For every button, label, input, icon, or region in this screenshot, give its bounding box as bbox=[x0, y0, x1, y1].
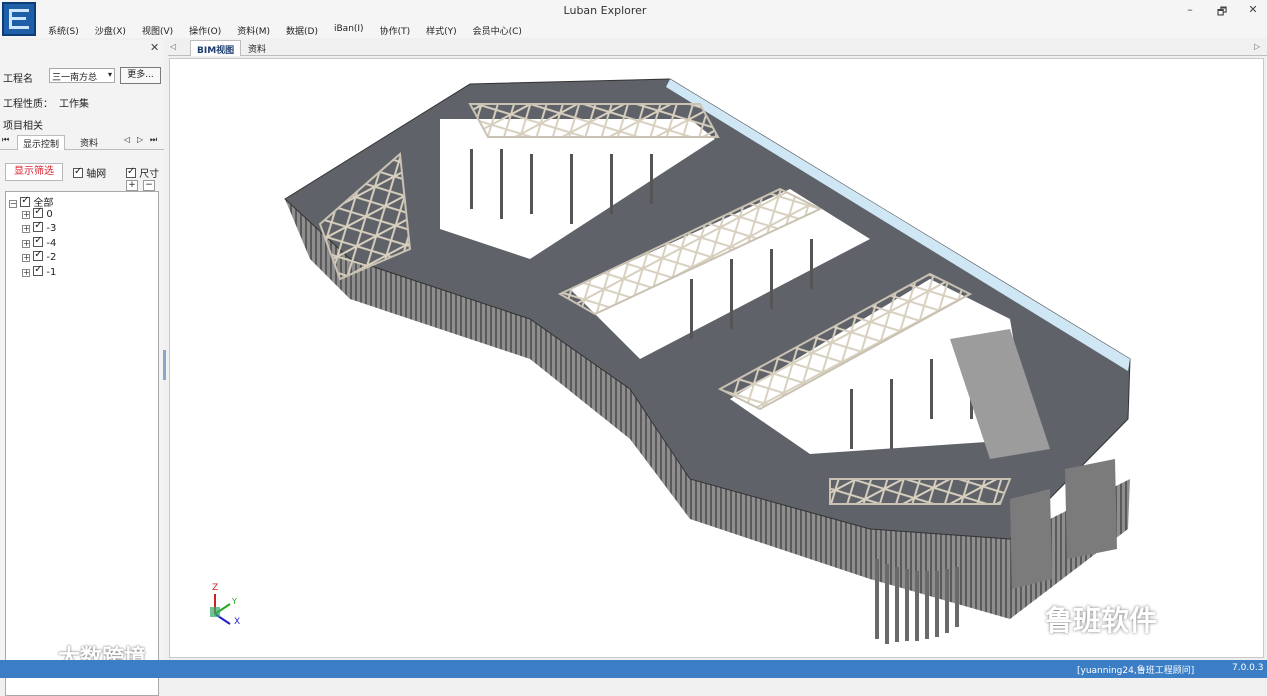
status-version: 7.0.0.3 bbox=[1232, 663, 1264, 673]
checkbox-icon[interactable] bbox=[33, 220, 44, 232]
bim-3d-viewport[interactable]: Z Y X 鲁班软件 bbox=[169, 58, 1264, 658]
menu-style[interactable]: 样式(Y) bbox=[418, 22, 465, 38]
tree-node-label: 0 bbox=[46, 209, 53, 220]
menu-iban[interactable]: iBan(I) bbox=[326, 22, 372, 38]
more-button[interactable]: 更多... bbox=[120, 67, 161, 84]
menu-system[interactable]: 系统(S) bbox=[40, 22, 87, 38]
prev-icon[interactable]: ◁ bbox=[124, 135, 130, 144]
menu-operation[interactable]: 操作(O) bbox=[181, 22, 229, 38]
menu-material[interactable]: 资料(M) bbox=[229, 22, 278, 38]
tower-1 bbox=[1010, 489, 1052, 589]
scroll-right-icon[interactable]: ▷ bbox=[1254, 42, 1260, 51]
status-bar: [yuanning24,鲁班工程顾问] 7.0.0.3 bbox=[0, 660, 1267, 678]
title-bar: Luban Explorer – 🗗 ✕ 系统(S) 沙盘(X) 视图(V) 操… bbox=[0, 0, 1267, 38]
checkbox-icon[interactable] bbox=[33, 264, 44, 276]
collapse-icon[interactable]: − bbox=[9, 200, 17, 208]
tree-node-label: -3 bbox=[46, 223, 57, 234]
tree-node-floor[interactable]: + 0 bbox=[22, 206, 53, 220]
tower-2 bbox=[1065, 459, 1117, 559]
menu-data[interactable]: 数据(D) bbox=[278, 22, 326, 38]
status-user: [yuanning24,鲁班工程顾问] bbox=[1077, 666, 1195, 676]
checkbox-icon[interactable] bbox=[33, 249, 44, 261]
axis-checkbox-label: 轴网 bbox=[86, 169, 107, 180]
tab-bim-view[interactable]: BIM视图 bbox=[190, 40, 242, 56]
menu-member-center[interactable]: 会员中心(C) bbox=[465, 22, 530, 38]
last-page-icon[interactable]: ⏭ bbox=[150, 135, 157, 145]
first-page-icon[interactable]: ⏮ bbox=[2, 135, 9, 145]
close-button[interactable]: ✕ bbox=[1243, 3, 1263, 19]
brand-watermark: 鲁班软件 bbox=[1045, 604, 1158, 637]
project-select[interactable]: 三一南方总 ▾ bbox=[49, 68, 115, 83]
menu-view[interactable]: 视图(V) bbox=[134, 22, 181, 38]
tree-node-label: -4 bbox=[46, 238, 57, 249]
tab-material-doc[interactable]: 资料 bbox=[242, 40, 272, 56]
panel-subtabs: ⏮ 显示控制 资料 ◁ ▷ ⏭ bbox=[0, 134, 164, 150]
chevron-down-icon: ▾ bbox=[107, 70, 112, 79]
truss-bottom bbox=[829, 478, 1012, 505]
checkbox-icon[interactable] bbox=[33, 206, 44, 218]
checkbox-icon[interactable] bbox=[33, 235, 44, 247]
expand-icon[interactable]: + bbox=[22, 211, 30, 219]
menu-collaborate[interactable]: 协作(T) bbox=[372, 22, 419, 38]
project-select-value: 三一南方总 bbox=[52, 73, 98, 83]
restore-button[interactable]: 🗗 bbox=[1212, 3, 1232, 19]
minimize-button[interactable]: – bbox=[1180, 3, 1200, 19]
axis-indicator bbox=[210, 594, 231, 625]
tab-material[interactable]: 资料 bbox=[75, 135, 103, 150]
next-icon[interactable]: ▷ bbox=[137, 135, 143, 144]
expand-icon[interactable]: + bbox=[22, 225, 30, 233]
checkbox-icon bbox=[126, 166, 136, 178]
panel-splitter[interactable] bbox=[163, 350, 166, 380]
tree-node-floor[interactable]: + -2 bbox=[22, 249, 57, 263]
tab-display-control[interactable]: 显示控制 bbox=[17, 135, 66, 150]
expand-icon[interactable]: + bbox=[22, 269, 30, 277]
hanging-piles bbox=[875, 559, 959, 644]
panel-close-icon[interactable]: ✕ bbox=[150, 41, 159, 54]
collapse-all-button[interactable]: − bbox=[143, 180, 155, 191]
tree-node-floor[interactable]: + -3 bbox=[22, 220, 57, 234]
axis-checkbox[interactable]: 轴网 bbox=[73, 165, 106, 180]
left-panel: ✕ 工程名 三一南方总 ▾ 更多... 工程性质： 工作集 项目相关 ⏮ 显示控… bbox=[0, 40, 164, 696]
menu-sandbox[interactable]: 沙盘(X) bbox=[87, 22, 134, 38]
window-title: Luban Explorer bbox=[563, 4, 647, 17]
expand-icon[interactable]: + bbox=[22, 254, 30, 262]
bim-model[interactable] bbox=[170, 59, 1264, 658]
axis-z-label: Z bbox=[212, 583, 219, 593]
truss-1 bbox=[468, 103, 720, 138]
axis-x-label: X bbox=[234, 617, 241, 627]
property-label: 工程性质： bbox=[3, 99, 53, 110]
project-label: 工程名 bbox=[3, 74, 33, 85]
axis-y-label: Y bbox=[232, 597, 237, 606]
layer-tree: − 全部 + 0 + -3 + -4 + -2 + -1 bbox=[5, 191, 159, 696]
checkbox-icon bbox=[73, 166, 83, 178]
menu-bar: 系统(S) 沙盘(X) 视图(V) 操作(O) 资料(M) 数据(D) iBan… bbox=[40, 22, 530, 38]
checkbox-icon[interactable] bbox=[20, 195, 31, 207]
section-label: 项目相关 bbox=[3, 121, 43, 132]
tree-node-label: -1 bbox=[46, 267, 57, 278]
dimension-checkbox[interactable]: 尺寸 bbox=[126, 165, 159, 180]
tree-node-floor[interactable]: + -1 bbox=[22, 264, 57, 278]
dimension-checkbox-label: 尺寸 bbox=[139, 169, 160, 180]
tree-node-floor[interactable]: + -4 bbox=[22, 235, 57, 249]
expand-all-button[interactable]: + bbox=[126, 180, 138, 191]
scroll-left-icon[interactable]: ◁ bbox=[170, 42, 176, 51]
tree-node-label: -2 bbox=[46, 252, 57, 263]
property-value: 工作集 bbox=[59, 99, 89, 110]
tree-node-all[interactable]: − 全部 bbox=[9, 194, 53, 209]
document-tabstrip: ◁ BIM视图 资料 ▷ bbox=[168, 40, 1267, 56]
display-filter-button[interactable]: 显示筛选 bbox=[5, 163, 63, 181]
expand-icon[interactable]: + bbox=[22, 240, 30, 248]
